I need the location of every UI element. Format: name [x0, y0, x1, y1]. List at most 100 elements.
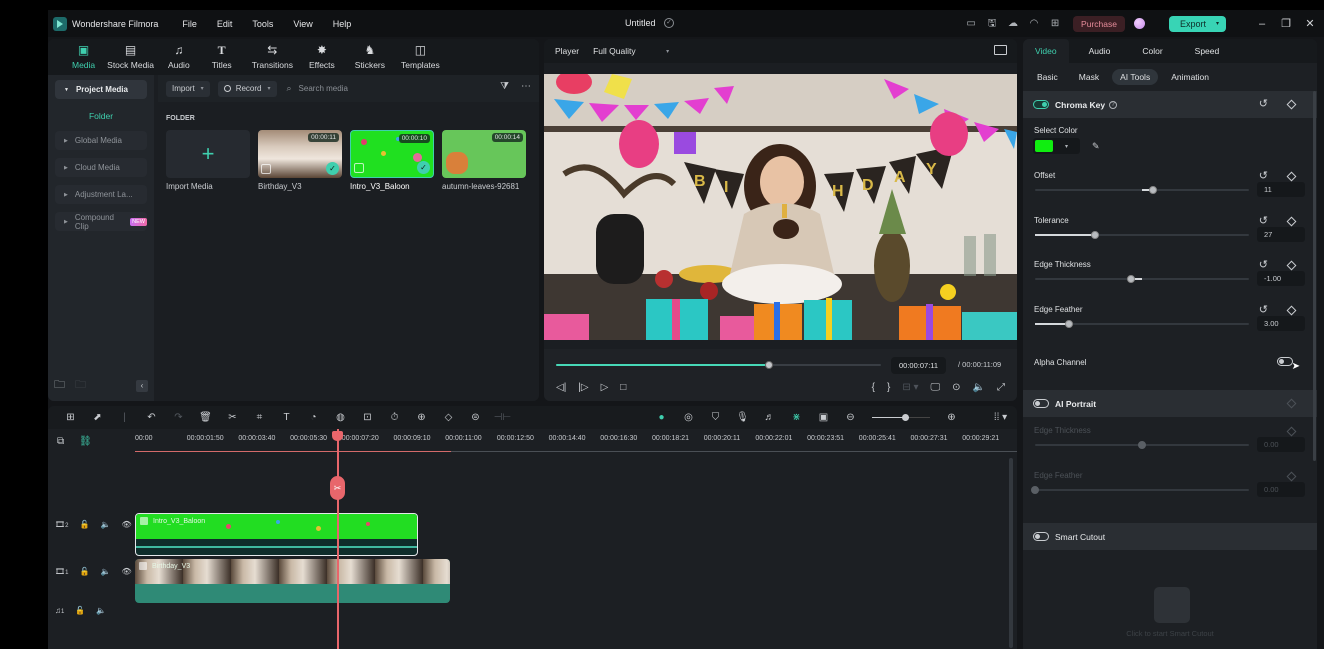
- param-slider[interactable]: [1035, 275, 1249, 283]
- import-media-tile[interactable]: + Import Media: [166, 130, 250, 191]
- record-dropdown[interactable]: Record ▾: [217, 80, 277, 97]
- play-icon[interactable]: ▷: [601, 382, 609, 393]
- import-dropdown[interactable]: Import ▾: [166, 80, 210, 97]
- timeline-ruler[interactable]: 00:00 00:00:01:50 00:00:03:40 00:00:05:30 00…: [135, 433, 1017, 455]
- scrubber-handle[interactable]: [764, 361, 773, 369]
- lock-icon[interactable]: 🔓: [80, 567, 90, 576]
- ai-portrait-toggle[interactable]: [1033, 399, 1049, 408]
- green-screen-icon[interactable]: ⊡: [354, 412, 381, 423]
- reset-icon[interactable]: ↺: [1259, 260, 1268, 271]
- sidebar-item-project-media[interactable]: ▼ Project Media: [55, 80, 147, 99]
- microphone-icon[interactable]: 🎙: [729, 412, 756, 423]
- text-icon[interactable]: T: [273, 412, 300, 423]
- mute-icon[interactable]: 🔈: [100, 567, 110, 576]
- tab-effects[interactable]: ✸ Effects: [299, 39, 345, 75]
- smart-cutout-toggle[interactable]: [1033, 532, 1049, 541]
- menu-tools[interactable]: Tools: [252, 19, 273, 29]
- apps-grid-icon[interactable]: ⊞: [1048, 17, 1062, 31]
- sidebar-item-global-media[interactable]: ▶ Global Media: [55, 131, 147, 150]
- zoom-in-icon[interactable]: ⊕: [938, 412, 965, 423]
- zoom-out-icon[interactable]: ⊖: [837, 412, 864, 423]
- add-track-icon[interactable]: ⧉: [57, 436, 64, 447]
- subtab-animation[interactable]: Animation: [1163, 69, 1217, 85]
- media-item-autumn-leaves[interactable]: 00:00:14 autumn-leaves-92681: [442, 130, 526, 191]
- collapse-sidebar-button[interactable]: ‹: [136, 379, 148, 392]
- tab-stickers[interactable]: ♞ Stickers: [345, 39, 395, 75]
- alpha-channel-toggle[interactable]: [1277, 357, 1293, 366]
- slider-handle[interactable]: [1127, 275, 1136, 283]
- tab-audio[interactable]: ♫ Audio: [160, 39, 198, 75]
- support-headset-icon[interactable]: ◠: [1027, 17, 1041, 31]
- slider-handle[interactable]: [1148, 186, 1157, 194]
- tab-video[interactable]: Video: [1023, 39, 1069, 63]
- keyframe-diamond-icon[interactable]: [1286, 260, 1297, 271]
- save-icon[interactable]: 🖫: [985, 17, 999, 31]
- mark-in-icon[interactable]: {: [872, 382, 875, 393]
- menu-view[interactable]: View: [293, 19, 312, 29]
- ai-copilot-icon[interactable]: ●: [648, 412, 675, 423]
- auto-reframe-icon[interactable]: ⊕: [408, 412, 435, 423]
- playhead-split-scissors-icon[interactable]: ✂: [330, 476, 345, 500]
- param-value-input[interactable]: 3.00: [1257, 315, 1305, 331]
- snap-icon[interactable]: ⋇: [783, 412, 810, 423]
- clip-intro-balloon[interactable]: Intro_V3_Baloon: [135, 513, 418, 556]
- tab-color[interactable]: Color: [1130, 39, 1174, 63]
- timeline-zoom-slider[interactable]: [872, 413, 930, 421]
- minimize-icon[interactable]: –: [1250, 18, 1274, 30]
- lock-icon[interactable]: 🔓: [80, 520, 90, 529]
- restore-icon[interactable]: ❐: [1274, 17, 1298, 30]
- menu-help[interactable]: Help: [333, 19, 352, 29]
- search-media-input[interactable]: ⌕ Search media: [287, 83, 348, 94]
- current-time[interactable]: 00:00:07:11: [891, 357, 947, 374]
- cloud-upload-icon[interactable]: ☁: [1006, 17, 1020, 31]
- more-options-icon[interactable]: ⋯: [521, 81, 531, 92]
- link-icon[interactable]: ⛓: [79, 436, 92, 447]
- previous-frame-icon[interactable]: ◁|: [556, 382, 566, 393]
- speech-to-text-icon[interactable]: ⊜: [462, 412, 489, 423]
- video-preview[interactable]: B I H D A Y: [544, 74, 1017, 340]
- tab-stock-media[interactable]: ▤ Stock Media: [101, 39, 160, 75]
- smart-cutout-icon[interactable]: [1154, 587, 1190, 623]
- layout-icon[interactable]: ▭: [964, 17, 978, 31]
- param-value-input[interactable]: -1.00: [1257, 271, 1305, 286]
- display-settings-icon[interactable]: 🖵: [931, 382, 941, 393]
- new-folder-icon[interactable]: 🗀: [54, 376, 65, 395]
- quality-dropdown[interactable]: Full Quality ▾: [593, 46, 669, 56]
- undo-icon[interactable]: ↶: [138, 412, 165, 423]
- purchase-button[interactable]: Purchase: [1073, 15, 1125, 32]
- subtab-basic[interactable]: Basic: [1029, 69, 1066, 85]
- eyedropper-icon[interactable]: ✎: [1092, 141, 1100, 152]
- layout-grid-icon[interactable]: ⊞: [57, 412, 84, 423]
- marker-icon[interactable]: ⛉: [702, 412, 729, 423]
- media-item-birthday[interactable]: 00:00:11 ✓ Birthday_V3: [258, 130, 342, 191]
- properties-scrollbar[interactable]: [1313, 91, 1316, 461]
- lock-icon[interactable]: 🔓: [75, 606, 85, 615]
- subtab-mask[interactable]: Mask: [1071, 69, 1107, 85]
- keyframe-diamond-icon[interactable]: [1286, 171, 1297, 182]
- reset-icon[interactable]: ↺: [1259, 215, 1268, 226]
- crop-icon[interactable]: ⌗: [246, 412, 273, 423]
- mute-icon[interactable]: 🔈: [96, 606, 106, 615]
- sidebar-item-adjustment-layer[interactable]: ▶ Adjustment La...: [55, 185, 147, 204]
- next-frame-icon[interactable]: |▷: [578, 382, 588, 393]
- reset-icon[interactable]: ↺: [1259, 99, 1268, 110]
- sidebar-item-compound-clip[interactable]: ▶ Compound Clip NEW: [55, 212, 147, 231]
- select-tool-icon[interactable]: ⬈: [84, 412, 111, 423]
- snapshot-camera-icon[interactable]: ⊙: [952, 382, 960, 393]
- menu-file[interactable]: File: [182, 19, 197, 29]
- keyframe-diamond-icon[interactable]: [1286, 305, 1297, 315]
- mark-out-icon[interactable]: }: [887, 382, 890, 393]
- visibility-eye-icon[interactable]: 👁: [121, 520, 131, 529]
- scopes-icon[interactable]: [994, 45, 1007, 55]
- clip-birthday[interactable]: Birthday_V3: [135, 559, 450, 603]
- tab-templates[interactable]: ◫ Templates: [395, 39, 446, 75]
- tab-media[interactable]: ▣ Media: [66, 39, 101, 75]
- fullscreen-icon[interactable]: ⤢: [997, 382, 1005, 393]
- slider-handle[interactable]: [1090, 230, 1099, 239]
- close-icon[interactable]: ✕: [1298, 17, 1322, 30]
- color-picker-dropdown[interactable]: ▾: [1033, 138, 1080, 154]
- subtab-ai-tools[interactable]: AI Tools: [1112, 69, 1159, 85]
- media-item-intro-balloon[interactable]: 00:00:10 ✓ Intro_V3_Baloon: [350, 130, 434, 191]
- reset-icon[interactable]: ↺: [1259, 171, 1268, 182]
- split-scissors-icon[interactable]: ✂: [219, 412, 246, 423]
